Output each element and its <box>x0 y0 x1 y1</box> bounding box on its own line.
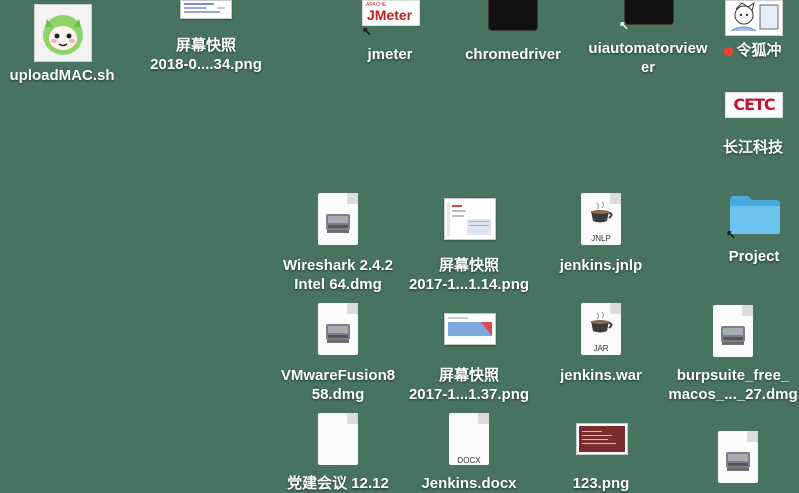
desktop-item-label-line1: 屏幕快照 <box>438 257 499 274</box>
desktop-item-meeting-doc[interactable]: 党建会议 12.12 <box>274 413 402 492</box>
desktop-item-label-line1: 屏幕快照 <box>175 37 236 54</box>
desktop-item-label: 123.png <box>572 475 630 492</box>
desktop-item-label: uploadMAC.sh <box>9 67 115 84</box>
desktop-item-jmeter[interactable]: APACHE JMeter ↖ jmeter <box>340 0 440 66</box>
desktop-item-project-folder[interactable]: ↖ Project <box>716 190 792 270</box>
desktop-item-uiautomatorviewer[interactable]: ↖ uiautomatorview er <box>583 0 713 80</box>
desktop-item-label: 令狐冲 <box>712 41 794 60</box>
drive-glyph <box>325 212 351 241</box>
desktop-item-label-line1: VMwareFusion8 <box>280 367 396 384</box>
cetc-logo-icon: CETC <box>725 92 783 118</box>
screenshot-thumbnail-icon <box>444 198 496 240</box>
desktop-item-screenshot-2018[interactable]: 屏幕快照 2018-0....34.png <box>142 0 270 76</box>
desktop-item-label-line2: Intel 64.dmg <box>294 276 382 293</box>
jmeter-alias-icon: APACHE JMeter <box>362 0 420 26</box>
page-fold <box>478 413 489 424</box>
desktop-item-label: jmeter <box>367 46 413 63</box>
desktop-item-label-line2: macos_..._27.dmg <box>668 386 798 403</box>
desktop-item-label-line1: Wireshark 2.4.2 <box>283 257 393 274</box>
page-fold <box>347 413 358 424</box>
cetc-logo-text: CETC <box>733 95 775 114</box>
desktop-item-label: Jenkins.docx <box>421 475 517 492</box>
terminal-executable-icon <box>488 0 538 31</box>
desktop-item-linghuchong[interactable]: 令狐冲 <box>712 0 794 62</box>
desktop-item-jenkins-docx[interactable]: DOCX Jenkins.docx <box>404 413 534 492</box>
desktop-item-label-line2: 2018-0....34.png <box>150 56 262 73</box>
red-tag-icon <box>724 46 734 56</box>
desktop-item-uploadmac[interactable]: uploadMAC.sh <box>5 4 119 86</box>
desktop-item-label: chromedriver <box>465 46 561 63</box>
desktop-item-burpsuite-dmg[interactable]: burpsuite_free_ macos_..._27.dmg <box>668 305 798 405</box>
desktop-item-label-line1: uiautomatorview <box>588 40 708 57</box>
desktop-item-label: 长江科技 <box>722 139 783 156</box>
desktop-item-jenkins-war[interactable]: JAR jenkins.war <box>551 303 651 387</box>
file-type-badge: JAR <box>593 344 609 353</box>
coffee-cup-icon <box>588 201 614 231</box>
desktop-item-label: Project <box>728 248 780 265</box>
jmeter-logo-text: JMeter <box>367 7 413 23</box>
file-type-badge: JNLP <box>591 234 611 243</box>
page-fold <box>347 193 358 204</box>
desktop-item-screenshot-2017-b[interactable]: 屏幕快照 2017-1...1.37.png <box>404 313 534 403</box>
desktop-item-label-line1: burpsuite_free_ <box>676 367 790 384</box>
desktop-item-dmg-bottom[interactable] <box>700 431 780 485</box>
desktop-item-jenkins-jnlp[interactable]: JNLP jenkins.jnlp <box>551 193 651 277</box>
terminal-alias-icon <box>624 0 674 25</box>
desktop-item-label: 党建会议 12.12 <box>287 475 389 492</box>
page-fold <box>742 305 753 316</box>
folder-alias-icon <box>728 192 782 236</box>
desktop-item-label-text: 令狐冲 <box>736 42 782 59</box>
drive-glyph <box>725 450 751 479</box>
desktop-item-cetc[interactable]: CETC 长江科技 <box>710 92 796 160</box>
desktop-item-label-line1: 屏幕快照 <box>438 367 499 384</box>
desktop-item-label-line2: 2017-1...1.37.png <box>408 386 530 403</box>
coffee-cup-icon <box>588 311 614 341</box>
manga-image-icon <box>725 0 783 36</box>
desktop-item-label: jenkins.jnlp <box>559 257 643 274</box>
drive-glyph <box>325 322 351 351</box>
desktop-item-chromedriver[interactable]: chromedriver <box>455 0 571 66</box>
screenshot-thumbnail-icon <box>444 313 496 345</box>
desktop-item-label-line2: 58.dmg <box>311 386 365 403</box>
alias-arrow-icon: ↖ <box>726 228 737 242</box>
shell-script-icon <box>34 4 92 62</box>
desktop-item-label-line2: 2017-1...1.14.png <box>408 276 530 293</box>
page-fold <box>347 303 358 314</box>
desktop-item-label-line2: er <box>640 59 656 76</box>
drive-glyph <box>720 324 746 353</box>
page-fold <box>747 431 758 442</box>
desktop-item-wireshark-dmg[interactable]: Wireshark 2.4.2 Intel 64.dmg <box>274 193 402 293</box>
file-type-badge: DOCX <box>457 456 481 465</box>
desktop: { "desktop": { "background": "#47735f", … <box>0 0 799 492</box>
screenshot-thumbnail-icon <box>180 0 232 19</box>
desktop-item-screenshot-2017-a[interactable]: 屏幕快照 2017-1...1.14.png <box>404 198 534 294</box>
desktop-item-vmware-dmg[interactable]: VMwareFusion8 58.dmg <box>274 303 402 403</box>
desktop-item-label: jenkins.war <box>560 367 642 384</box>
desktop-item-123-png[interactable]: 123.png <box>551 423 651 492</box>
image-thumbnail-icon <box>576 423 628 455</box>
alias-arrow-icon: ↖ <box>362 25 373 39</box>
alias-arrow-icon: ↖ <box>619 19 630 33</box>
